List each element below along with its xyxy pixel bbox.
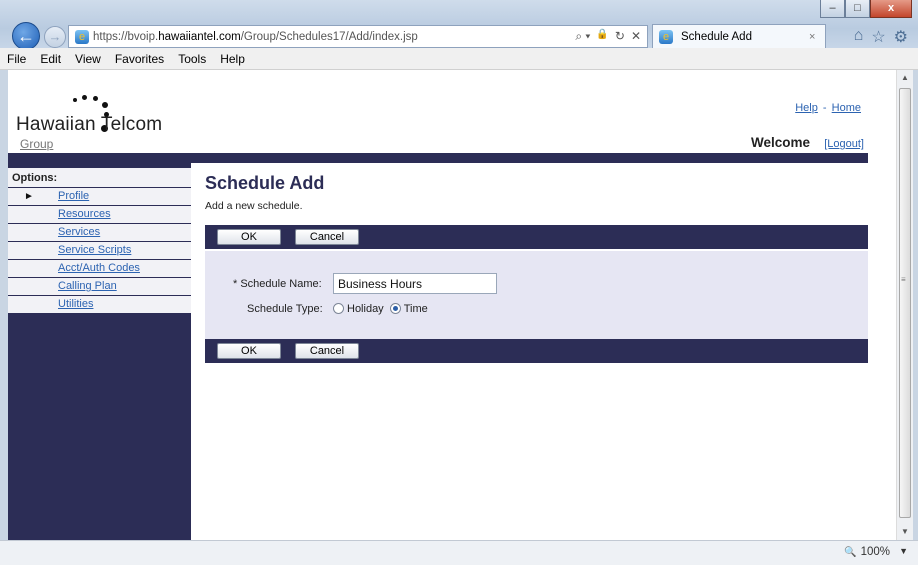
schedule-form: * Schedule Name: Schedule Type: Holiday … [205,251,868,339]
ok-button-top[interactable]: OK [217,229,281,245]
lock-icon[interactable]: 🔒 [596,29,608,44]
status-bar: 🔍 100% ▼ [0,540,918,565]
holiday-radio[interactable] [333,303,344,314]
zoom-control[interactable]: 🔍 100% [844,546,890,558]
browser-right-icons: ⌂ ☆ ⚙ [854,27,908,47]
page-viewport: Hawaiian Telcom Help - Home Group Welcom… [8,70,896,540]
header-band [8,153,868,163]
url-prefix: https://bvoip. [93,30,159,43]
menu-help[interactable]: Help [213,52,252,66]
schedule-name-label: * Schedule Name: [233,278,322,290]
scroll-up-arrow-icon[interactable]: ▲ [897,70,913,86]
home-icon[interactable]: ⌂ [854,27,864,47]
menu-favorites[interactable]: Favorites [108,52,171,66]
logo-text: Hawaiian Telcom [16,114,163,135]
sidebar-item-resources[interactable]: Resources [8,205,191,223]
logo-dot [102,102,108,108]
window-frame-left [0,70,8,540]
window-frame-right [913,70,918,540]
forward-button[interactable]: → [44,26,66,48]
address-bar[interactable]: e https://bvoip.hawaiiantel.com/Group/Sc… [68,25,648,48]
vertical-scrollbar[interactable]: ▲ ≡ ▼ [896,70,913,540]
schedule-type-label: Schedule Type: [247,303,323,315]
menu-file[interactable]: File [0,52,33,66]
sidebar-item-label[interactable]: Utilities [58,298,93,310]
sidebar-item-services[interactable]: Services [8,223,191,241]
schedule-name-input[interactable] [333,273,497,294]
zoom-icon: 🔍 [844,546,857,558]
back-button[interactable]: ← [12,22,40,50]
cancel-button-top[interactable]: Cancel [295,229,359,245]
favorites-star-icon[interactable]: ☆ [871,27,885,47]
address-tools: ⌕ ▾ 🔒 ↻ ✕ [575,29,647,44]
sidebar-item-profile[interactable]: ► Profile [8,187,191,205]
menu-view[interactable]: View [68,52,108,66]
scroll-down-arrow-icon[interactable]: ▼ [897,524,913,540]
holiday-radio-label[interactable]: Holiday [347,303,384,315]
address-url[interactable]: https://bvoip.hawaiiantel.com/Group/Sche… [93,31,575,43]
logout-link[interactable]: [Logout] [824,138,864,150]
minimize-button[interactable]: – [820,0,845,18]
sidebar-item-utilities[interactable]: Utilities [8,295,191,313]
tab-close-icon[interactable]: × [809,31,825,43]
scroll-thumb[interactable] [899,88,911,518]
group-link[interactable]: Group [20,137,53,151]
refresh-icon[interactable]: ↻ [615,29,625,44]
close-window-button[interactable]: x [870,0,912,18]
page-description: Add a new schedule. [205,200,303,212]
menu-bar: File Edit View Favorites Tools Help [0,48,918,70]
cancel-button-bottom[interactable]: Cancel [295,343,359,359]
logo-dot [73,98,77,102]
top-links: Help - Home [795,102,861,114]
url-path: /Group/Schedules17/Add/index.jsp [240,30,418,43]
sidebar-item-label[interactable]: Acct/Auth Codes [58,262,140,274]
settings-gear-icon[interactable]: ⚙ [894,27,908,47]
bottom-button-bar: OK Cancel [205,339,868,363]
menu-edit[interactable]: Edit [33,52,68,66]
options-panel: Options: ► Profile Resources Services Se… [8,168,191,313]
page-title: Schedule Add [205,173,325,193]
tab-title: Schedule Add [681,30,752,43]
scroll-grip-icon: ≡ [901,275,906,284]
home-link[interactable]: Home [832,102,861,114]
top-button-bar: OK Cancel [205,225,868,249]
welcome-text: Welcome [750,135,810,150]
ok-button-bottom[interactable]: OK [217,343,281,359]
menu-tools[interactable]: Tools [171,52,213,66]
link-separator: - [822,102,827,114]
sidebar-item-label[interactable]: Calling Plan [58,280,117,292]
zoom-level[interactable]: 100% [861,546,890,558]
ie-page-icon: e [75,29,89,44]
maximize-button[interactable]: □ [845,0,870,18]
sidebar-item-acct-auth-codes[interactable]: Acct/Auth Codes [8,259,191,277]
logo-dot [93,96,98,101]
url-domain: hawaiiantel.com [158,30,241,43]
browser-tab[interactable]: e Schedule Add × [652,24,826,48]
help-link[interactable]: Help [795,102,818,114]
sidebar-item-label[interactable]: Resources [58,208,111,220]
sidebar-item-label[interactable]: Services [58,226,100,238]
time-radio-label[interactable]: Time [404,303,428,315]
logo-dot [82,95,87,100]
schedule-type-options: Holiday Time [333,303,428,315]
stop-icon[interactable]: ✕ [631,29,641,44]
window-controls: – □ x [820,0,912,19]
sidebar-item-service-scripts[interactable]: Service Scripts [8,241,191,259]
active-pointer-icon: ► [24,191,34,202]
time-radio[interactable] [389,303,401,314]
sidebar-item-label[interactable]: Service Scripts [58,244,131,256]
sidebar: Options: ► Profile Resources Services Se… [8,163,191,540]
sidebar-item-calling-plan[interactable]: Calling Plan [8,277,191,295]
browser-titlebar: – □ x ← → e https://bvoip.hawaiiantel.co… [0,0,918,50]
options-title: Options: [12,172,58,184]
zoom-dropdown-icon[interactable]: ▼ [899,546,908,556]
search-dropdown-icon[interactable]: ⌕ ▾ [575,29,590,44]
tab-favicon-icon: e [659,29,673,44]
sidebar-item-label[interactable]: Profile [58,190,89,202]
